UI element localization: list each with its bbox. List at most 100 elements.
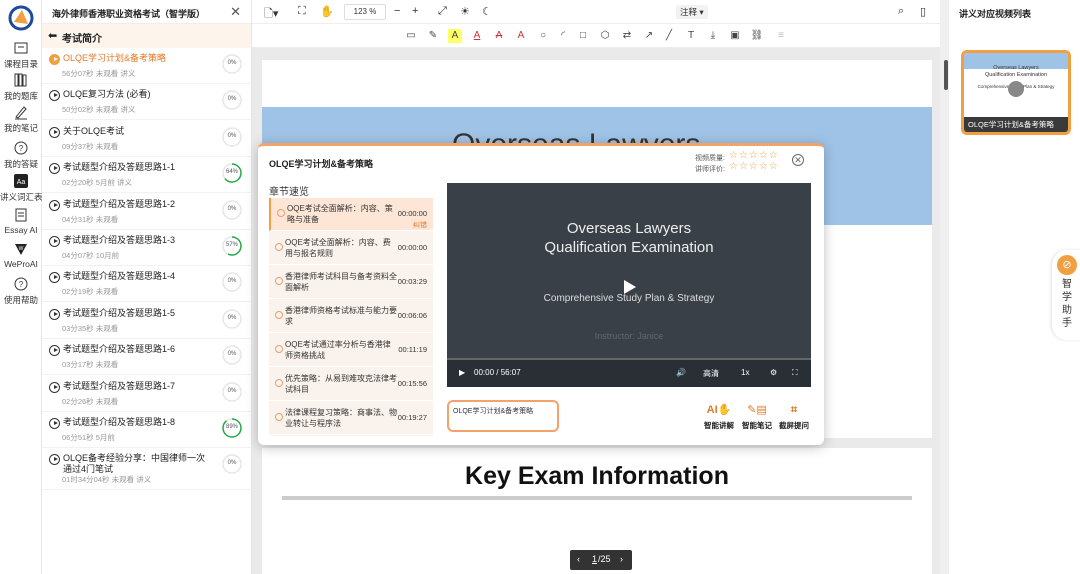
chapters-title: 章节速览 bbox=[269, 187, 309, 198]
night-icon[interactable]: ☾ bbox=[482, 5, 492, 18]
rectangle-icon[interactable]: □ bbox=[576, 29, 590, 43]
video-thumbnail[interactable]: Overseas Lawyers Qualification Examinati… bbox=[961, 50, 1071, 135]
rail-catalog[interactable]: 课程目录 bbox=[0, 40, 42, 70]
line-icon[interactable]: ╱ bbox=[662, 29, 676, 43]
play-pause-icon[interactable]: ▶ bbox=[459, 368, 465, 377]
chapter-item[interactable]: 法律课程复习策略：商事法、物业转让与程序法 00:19:27 bbox=[269, 402, 433, 435]
file-icon[interactable]: 🗋▾ bbox=[264, 5, 278, 24]
next-page-icon[interactable]: › bbox=[620, 554, 623, 564]
text-highlight-icon[interactable]: A bbox=[448, 29, 462, 43]
video-rating-stars[interactable]: ☆☆☆☆☆ bbox=[729, 150, 779, 161]
modal-close-icon[interactable]: ✕ bbox=[792, 154, 804, 166]
polygon-icon[interactable]: ⬡ bbox=[598, 29, 612, 43]
lesson-item[interactable]: 考试题型介绍及答题思路1-3 04分07秒 10月前 57% bbox=[42, 230, 251, 266]
hand-icon[interactable]: ✋ bbox=[320, 5, 334, 18]
settings-icon[interactable]: ⚙ bbox=[770, 368, 777, 377]
chapter-title: 香港律师考试科目与备考资料全面解析 bbox=[285, 272, 397, 292]
lesson-item[interactable]: 关于OLQE考试 09分37秒 未观看 0% bbox=[42, 121, 251, 157]
chapter-item[interactable]: 香港律师资格考试标准与能力要求 00:06:06 bbox=[269, 300, 433, 333]
lesson-item[interactable]: 考试题型介绍及答题思路1-6 03分17秒 未观看 0% bbox=[42, 339, 251, 376]
rate-teacher-label: 讲师评价: bbox=[695, 166, 725, 173]
squiggly-icon[interactable]: A bbox=[514, 29, 528, 43]
circle-icon[interactable]: ○ bbox=[536, 29, 550, 43]
chapter-item[interactable]: 优先策略：从易到难攻克法律考试科目 00:15:56 bbox=[269, 368, 433, 401]
chapter-dot-icon bbox=[275, 311, 283, 319]
play-circle-icon bbox=[49, 199, 60, 211]
smart-assistant-button[interactable]: ⊘ 智 学 助 手 bbox=[1052, 250, 1080, 340]
lesson-item[interactable]: 考试题型介绍及答题思路1-8 06分51秒 5月前 89% bbox=[42, 412, 251, 448]
arc-icon[interactable]: ◜ bbox=[556, 29, 570, 43]
video-modal: OLQE学习计划&备考策略 视频质量: 讲师评价: ☆☆☆☆☆ ☆☆☆☆☆ ✕ … bbox=[258, 143, 824, 445]
video-player[interactable]: Overseas Lawyers Qualification Examinati… bbox=[447, 183, 811, 387]
page-current[interactable]: 1 bbox=[592, 554, 597, 564]
fullscreen-icon[interactable]: ⛶ bbox=[792, 368, 798, 378]
link-icon[interactable]: ⛓ bbox=[750, 29, 764, 43]
lesson-item[interactable]: OLQE备考经验分享：中国律师一次通过4门笔试 01时34分04秒 未观看 讲义 0… bbox=[42, 448, 251, 491]
rail-weproai[interactable]: W WeProAI bbox=[0, 241, 42, 269]
ai-explain-button[interactable]: AI✋ 智能讲解 bbox=[704, 403, 734, 431]
screenshot-ask-button[interactable]: ⌗ 截屏提问 bbox=[779, 403, 809, 431]
rail-notes[interactable]: 我的笔记 bbox=[0, 104, 42, 134]
play-icon[interactable] bbox=[624, 280, 636, 294]
highlighter-icon[interactable]: ✎ bbox=[426, 29, 440, 43]
lesson-item[interactable]: 考试题型介绍及答题思路1-2 04分31秒 未观看 0% bbox=[42, 194, 251, 230]
progress-ring: 0% bbox=[221, 271, 243, 293]
lesson-title: 关于OLQE考试 bbox=[63, 125, 125, 136]
text-tool-icon[interactable]: T bbox=[684, 29, 698, 43]
lesson-item[interactable]: 考试题型介绍及答题思路1-4 02分19秒 未观看 0% bbox=[42, 266, 251, 303]
lesson-item[interactable]: 考试题型介绍及答题思路1-1 02分20秒 5月前 讲义 64% bbox=[42, 157, 251, 194]
report-error-link[interactable]: 纠错 bbox=[413, 220, 427, 230]
annotate-dropdown[interactable]: 注释 ▾ bbox=[676, 5, 708, 19]
zoom-out-icon[interactable]: − bbox=[394, 5, 400, 17]
chapter-item[interactable]: OQE考试全面解析：内容、策略与准备 00:00:00 纠错 bbox=[269, 198, 433, 231]
chapter-item[interactable]: 香港律师考试科目与备考资料全面解析 00:03:29 bbox=[269, 266, 433, 299]
lesson-item[interactable]: OLQE学习计划&备考策略 56分07秒 未观看 讲义 0% bbox=[42, 48, 251, 84]
progress-value: 0% bbox=[227, 387, 237, 394]
rail-question-bank[interactable]: 我的题库 bbox=[0, 72, 42, 102]
zoom-select[interactable]: 123 % bbox=[344, 4, 386, 20]
chapter-item[interactable]: OQE考试全面解析：内容、费用与报名规则 00:00:00 bbox=[269, 232, 433, 265]
chapter-time: 00:03:29 bbox=[397, 277, 427, 286]
fullscreen-icon[interactable]: ⤢ bbox=[438, 5, 447, 18]
rail-answers[interactable]: ? 我的答疑 bbox=[0, 140, 42, 170]
brightness-icon[interactable]: ☀ bbox=[460, 5, 470, 18]
progress-ring: 0% bbox=[221, 126, 243, 148]
progress-ring: 89% bbox=[221, 417, 243, 439]
ai-note-button[interactable]: ✎▤ 智能笔记 bbox=[742, 403, 772, 431]
video-line-1: Overseas Lawyers bbox=[566, 220, 692, 237]
rail-glossary[interactable]: Aa 讲义词汇表 bbox=[0, 173, 43, 203]
chapter-time: 00:11:19 bbox=[398, 345, 427, 354]
strikethrough-icon[interactable]: A bbox=[492, 29, 506, 43]
fit-icon[interactable]: ⛶ bbox=[298, 5, 306, 18]
image-icon[interactable]: ▣ bbox=[728, 29, 742, 43]
rail-label: WeProAI bbox=[4, 259, 38, 269]
zoom-in-icon[interactable]: + bbox=[412, 5, 418, 17]
lesson-item[interactable]: OLQE复习方法 (必看) 50分02秒 未观看 讲义 0% bbox=[42, 84, 251, 121]
speed-button[interactable]: 1x bbox=[741, 368, 749, 377]
close-icon[interactable]: ✕ bbox=[230, 4, 241, 20]
prev-page-icon[interactable]: ‹ bbox=[577, 554, 580, 564]
lesson-item[interactable]: 考试题型介绍及答题思路1-7 02分26秒 未观看 0% bbox=[42, 376, 251, 412]
volume-icon[interactable]: 🔊 bbox=[676, 368, 686, 377]
progress-value: 0% bbox=[227, 314, 237, 321]
swap-icon[interactable]: ⇄ bbox=[620, 29, 634, 43]
search-icon[interactable]: ⌕ bbox=[898, 5, 904, 18]
chapter-item[interactable]: OQE考试通过率分析与香港律师资格挑战 00:11:19 bbox=[269, 334, 433, 367]
rail-essay-ai[interactable]: Essay AI bbox=[0, 207, 42, 235]
stamp-icon[interactable]: ⤓ bbox=[706, 29, 720, 43]
page2-heading: Key Exam Information bbox=[465, 462, 729, 490]
more-icon[interactable]: ≡ bbox=[774, 29, 788, 43]
arrow-icon[interactable]: ↗ bbox=[642, 29, 656, 43]
sidebar-toggle-icon[interactable]: ▯ bbox=[920, 5, 926, 18]
teacher-rating-stars[interactable]: ☆☆☆☆☆ bbox=[729, 161, 779, 172]
note-input[interactable]: OLQE学习计划&备考策略 bbox=[447, 400, 559, 432]
lesson-item[interactable]: 考试题型介绍及答题思路1-5 03分35秒 未观看 0% bbox=[42, 303, 251, 339]
back-icon[interactable]: ⬅ bbox=[48, 29, 57, 42]
comment-icon[interactable]: ▭ bbox=[404, 29, 418, 43]
underline-icon[interactable]: A bbox=[470, 29, 484, 43]
play-circle-icon bbox=[49, 236, 60, 247]
section-header[interactable]: ⬅ 考试简介 bbox=[42, 24, 251, 48]
video-time: 00:00 / 56:07 bbox=[474, 368, 521, 377]
rail-help[interactable]: ? 使用帮助 bbox=[0, 276, 42, 306]
quality-button[interactable]: 高清 bbox=[703, 368, 719, 379]
